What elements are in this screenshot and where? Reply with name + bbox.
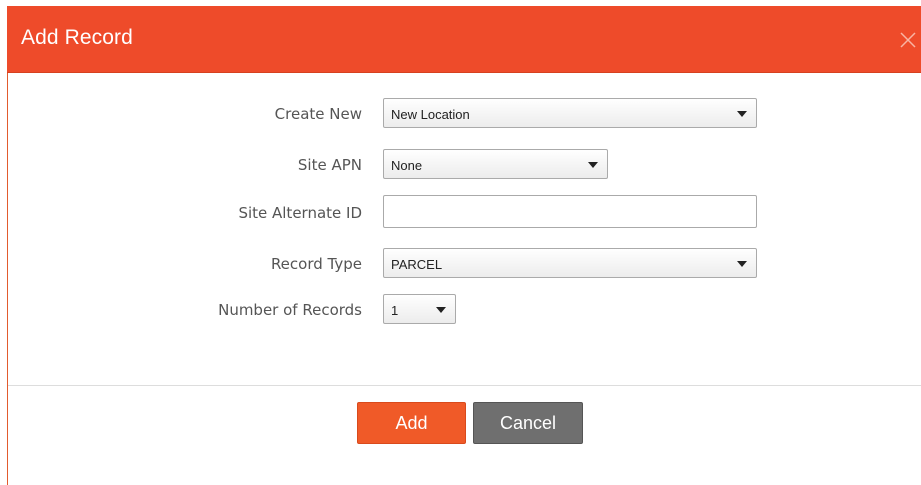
chevron-down-icon bbox=[436, 307, 446, 313]
number-of-records-select[interactable]: 1 bbox=[383, 294, 456, 324]
close-icon[interactable] bbox=[900, 32, 916, 48]
cancel-button[interactable]: Cancel bbox=[473, 402, 583, 444]
add-record-dialog: Add Record Create New New Location Site … bbox=[7, 6, 921, 485]
dialog-title: Add Record bbox=[21, 26, 133, 49]
site-apn-label: Site APN bbox=[297, 156, 362, 174]
site-alternate-id-label: Site Alternate ID bbox=[238, 204, 362, 222]
record-type-label: Record Type bbox=[270, 255, 362, 273]
record-type-value: PARCEL bbox=[391, 257, 443, 272]
chevron-down-icon bbox=[737, 261, 747, 267]
create-new-select[interactable]: New Location bbox=[383, 98, 757, 128]
dialog-header: Add Record bbox=[7, 6, 921, 73]
record-type-row: Record Type PARCEL bbox=[8, 248, 921, 278]
number-of-records-value: 1 bbox=[391, 303, 399, 318]
number-of-records-row: Number of Records 1 bbox=[8, 294, 921, 324]
site-apn-row: Site APN None bbox=[8, 149, 921, 179]
number-of-records-label: Number of Records bbox=[218, 301, 362, 319]
site-alternate-id-row: Site Alternate ID bbox=[8, 195, 921, 228]
site-apn-select[interactable]: None bbox=[383, 149, 608, 179]
create-new-row: Create New New Location bbox=[8, 98, 921, 128]
chevron-down-icon bbox=[588, 162, 598, 168]
create-new-value: New Location bbox=[391, 107, 470, 122]
chevron-down-icon bbox=[737, 111, 747, 117]
record-type-select[interactable]: PARCEL bbox=[383, 248, 757, 278]
footer-divider bbox=[8, 385, 921, 386]
create-new-label: Create New bbox=[274, 105, 362, 123]
add-button[interactable]: Add bbox=[357, 402, 466, 444]
site-apn-value: None bbox=[391, 158, 423, 173]
site-alternate-id-input[interactable] bbox=[383, 195, 757, 228]
